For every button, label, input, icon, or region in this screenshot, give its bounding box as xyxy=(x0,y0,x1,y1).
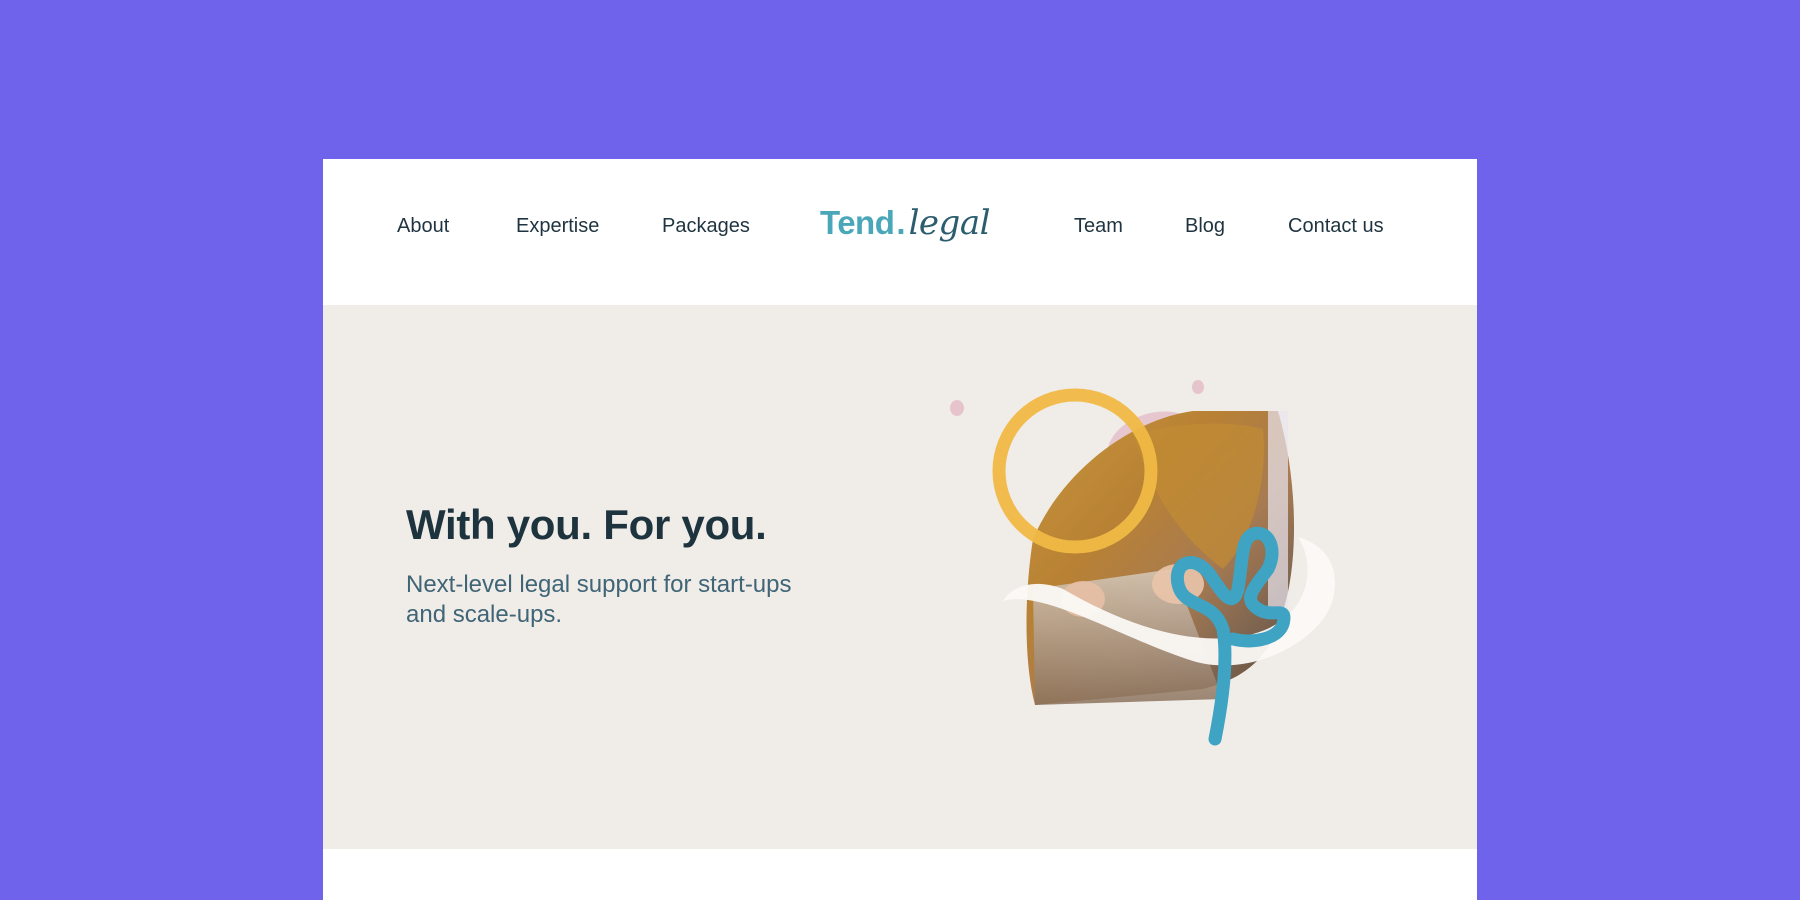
nav-link-blog[interactable]: Blog xyxy=(1185,216,1225,236)
logo-wordmark-legal: legal xyxy=(908,203,991,243)
pink-dot-decoration xyxy=(950,400,964,416)
hero-subtitle: Next-level legal support for start-ups a… xyxy=(406,571,792,628)
next-section xyxy=(323,849,1477,900)
nav-link-about[interactable]: About xyxy=(397,216,449,236)
hero-illustration xyxy=(950,380,1335,746)
nav-link-packages[interactable]: Packages xyxy=(662,216,750,236)
logo-separator: . xyxy=(896,204,906,241)
tend-legal-logo[interactable]: Tend . legal xyxy=(820,203,990,255)
nav-link-contact-us[interactable]: Contact us xyxy=(1288,216,1384,236)
website-frame: About Expertise Packages Tend . legal Te… xyxy=(323,159,1477,900)
hero-title: With you. For you. xyxy=(406,501,767,548)
pink-dot-decoration xyxy=(1192,380,1204,394)
logo-wordmark-tend: Tend xyxy=(820,204,895,241)
hero-section: With you. For you. Next-level legal supp… xyxy=(323,305,1477,849)
nav-link-team[interactable]: Team xyxy=(1074,216,1123,236)
nav-link-expertise[interactable]: Expertise xyxy=(516,216,599,236)
top-navigation: About Expertise Packages Tend . legal Te… xyxy=(323,159,1477,305)
